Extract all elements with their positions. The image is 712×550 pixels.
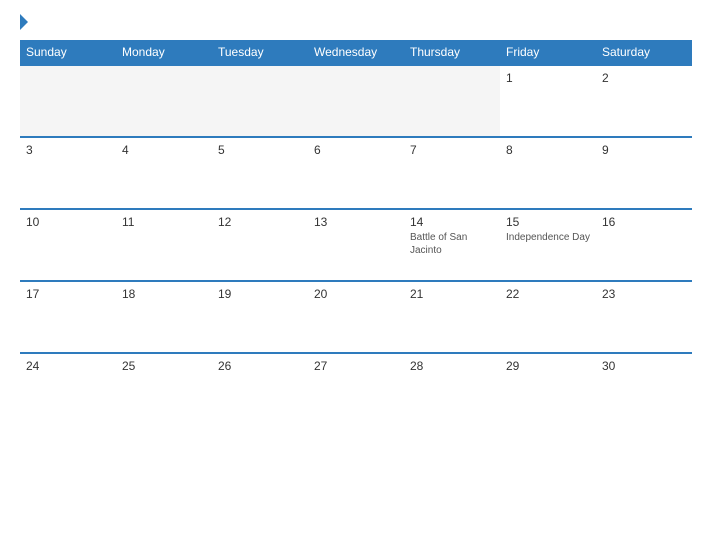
calendar-header: SundayMondayTuesdayWednesdayThursdayFrid… bbox=[20, 40, 692, 65]
calendar-cell bbox=[116, 65, 212, 137]
calendar-cell: 8 bbox=[500, 137, 596, 209]
calendar-cell: 9 bbox=[596, 137, 692, 209]
calendar-cell: 28 bbox=[404, 353, 500, 425]
calendar-cell bbox=[308, 65, 404, 137]
day-number: 8 bbox=[506, 143, 590, 157]
calendar-cell: 26 bbox=[212, 353, 308, 425]
day-number: 17 bbox=[26, 287, 110, 301]
calendar-cell: 13 bbox=[308, 209, 404, 281]
calendar-cell: 16 bbox=[596, 209, 692, 281]
day-number: 29 bbox=[506, 359, 590, 373]
calendar-cell: 11 bbox=[116, 209, 212, 281]
day-number: 24 bbox=[26, 359, 110, 373]
calendar-cell: 22 bbox=[500, 281, 596, 353]
calendar-cell: 25 bbox=[116, 353, 212, 425]
day-number: 9 bbox=[602, 143, 686, 157]
day-number: 1 bbox=[506, 71, 590, 85]
day-number: 6 bbox=[314, 143, 398, 157]
day-number: 4 bbox=[122, 143, 206, 157]
day-number: 3 bbox=[26, 143, 110, 157]
calendar-cell: 1 bbox=[500, 65, 596, 137]
day-number: 10 bbox=[26, 215, 110, 229]
calendar-cell: 15 Independence Day bbox=[500, 209, 596, 281]
calendar-cell bbox=[212, 65, 308, 137]
calendar-cell: 29 bbox=[500, 353, 596, 425]
day-number: 30 bbox=[602, 359, 686, 373]
day-number: 26 bbox=[218, 359, 302, 373]
header bbox=[20, 16, 692, 30]
calendar-cell: 27 bbox=[308, 353, 404, 425]
day-number: 12 bbox=[218, 215, 302, 229]
calendar-cell: 14 Battle of San Jacinto bbox=[404, 209, 500, 281]
week-row-0: 12 bbox=[20, 65, 692, 137]
calendar-body: 1234567891011121314Battle of San Jacinto… bbox=[20, 65, 692, 425]
calendar-cell: 12 bbox=[212, 209, 308, 281]
calendar-cell: 18 bbox=[116, 281, 212, 353]
day-number: 13 bbox=[314, 215, 398, 229]
day-number: 23 bbox=[602, 287, 686, 301]
calendar-cell: 4 bbox=[116, 137, 212, 209]
calendar-cell: 21 bbox=[404, 281, 500, 353]
day-header-wednesday: Wednesday bbox=[308, 40, 404, 65]
holiday-label: Battle of San Jacinto bbox=[410, 231, 494, 257]
week-row-1: 3456789 bbox=[20, 137, 692, 209]
day-number: 27 bbox=[314, 359, 398, 373]
calendar-cell bbox=[404, 65, 500, 137]
day-header-monday: Monday bbox=[116, 40, 212, 65]
day-number: 7 bbox=[410, 143, 494, 157]
day-number: 11 bbox=[122, 215, 206, 229]
calendar-cell: 17 bbox=[20, 281, 116, 353]
day-number: 5 bbox=[218, 143, 302, 157]
logo-triangle-icon bbox=[20, 14, 28, 30]
week-row-4: 24 25 26 27 28 29 30 bbox=[20, 353, 692, 425]
day-header-sunday: Sunday bbox=[20, 40, 116, 65]
calendar-cell: 5 bbox=[212, 137, 308, 209]
calendar-cell: 20 bbox=[308, 281, 404, 353]
logo bbox=[20, 16, 30, 30]
days-of-week-row: SundayMondayTuesdayWednesdayThursdayFrid… bbox=[20, 40, 692, 65]
calendar-cell bbox=[20, 65, 116, 137]
day-header-saturday: Saturday bbox=[596, 40, 692, 65]
day-number: 20 bbox=[314, 287, 398, 301]
calendar-cell: 2 bbox=[596, 65, 692, 137]
day-number: 15 bbox=[506, 215, 590, 229]
calendar-cell: 7 bbox=[404, 137, 500, 209]
calendar-cell: 10 bbox=[20, 209, 116, 281]
day-number: 28 bbox=[410, 359, 494, 373]
day-number: 25 bbox=[122, 359, 206, 373]
day-header-thursday: Thursday bbox=[404, 40, 500, 65]
week-row-2: 10 11 12 13 14 Battle of San Jacinto 15 Indepen… bbox=[20, 209, 692, 281]
day-number: 19 bbox=[218, 287, 302, 301]
calendar-cell: 30 bbox=[596, 353, 692, 425]
day-header-friday: Friday bbox=[500, 40, 596, 65]
day-number: 22 bbox=[506, 287, 590, 301]
calendar-cell: 6 bbox=[308, 137, 404, 209]
calendar-table: SundayMondayTuesdayWednesdayThursdayFrid… bbox=[20, 40, 692, 425]
week-row-3: 17 18 19 20 21 22 23 bbox=[20, 281, 692, 353]
calendar-cell: 19 bbox=[212, 281, 308, 353]
day-number: 18 bbox=[122, 287, 206, 301]
calendar-cell: 23 bbox=[596, 281, 692, 353]
calendar-cell: 24 bbox=[20, 353, 116, 425]
day-number: 21 bbox=[410, 287, 494, 301]
holiday-label: Independence Day bbox=[506, 231, 590, 244]
day-number: 2 bbox=[602, 71, 686, 85]
day-number: 14 bbox=[410, 215, 494, 229]
calendar-cell: 3 bbox=[20, 137, 116, 209]
page: SundayMondayTuesdayWednesdayThursdayFrid… bbox=[0, 0, 712, 550]
day-number: 16 bbox=[602, 215, 686, 229]
day-header-tuesday: Tuesday bbox=[212, 40, 308, 65]
